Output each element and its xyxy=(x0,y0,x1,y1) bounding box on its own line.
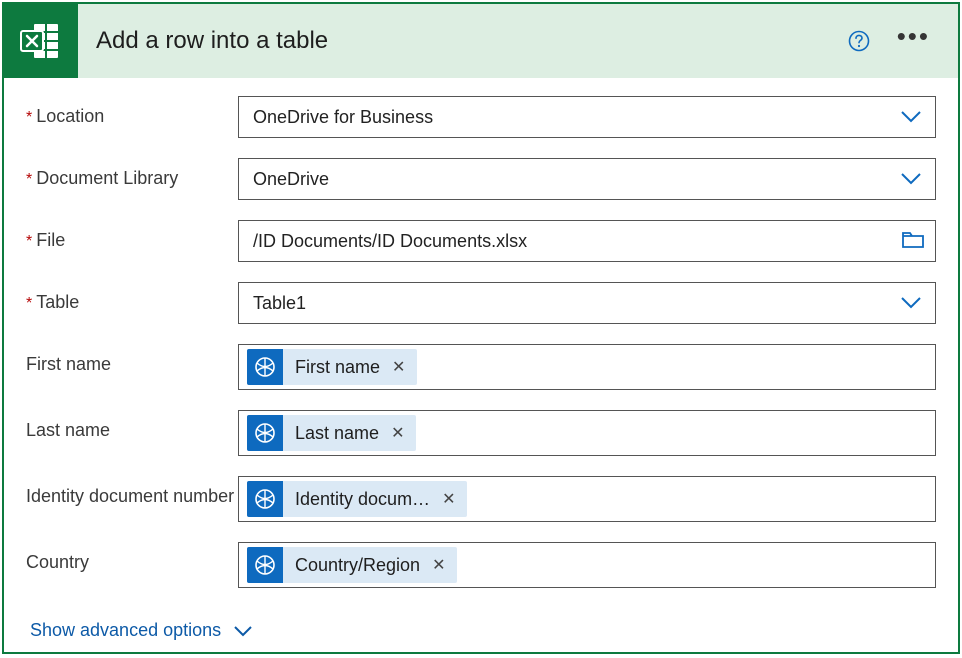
row-country: Country Country/Region ✕ xyxy=(26,542,936,588)
token-remove-icon[interactable]: ✕ xyxy=(389,423,416,443)
chevron-down-icon xyxy=(233,625,253,637)
label-country: Country xyxy=(26,542,238,573)
table-value: Table1 xyxy=(253,293,897,314)
help-icon[interactable] xyxy=(847,29,871,53)
token-remove-icon[interactable]: ✕ xyxy=(390,357,417,377)
row-file: *File /ID Documents/ID Documents.xlsx xyxy=(26,220,936,262)
advanced-label: Show advanced options xyxy=(30,620,221,641)
token-remove-icon[interactable]: ✕ xyxy=(430,555,457,575)
label-id-number: Identity document number xyxy=(26,476,238,507)
location-value: OneDrive for Business xyxy=(253,107,897,128)
header-actions: ••• xyxy=(847,29,958,53)
more-icon[interactable]: ••• xyxy=(897,31,930,51)
country-field[interactable]: Country/Region ✕ xyxy=(238,542,936,588)
ai-token-icon xyxy=(247,481,283,517)
row-id-number: Identity document number Identity docum…… xyxy=(26,476,936,522)
show-advanced-options[interactable]: Show advanced options xyxy=(26,598,936,641)
token-country[interactable]: Country/Region ✕ xyxy=(247,547,457,583)
doc-library-dropdown[interactable]: OneDrive xyxy=(238,158,936,200)
chevron-down-icon xyxy=(897,172,925,186)
ai-token-icon xyxy=(247,547,283,583)
row-table: *Table Table1 xyxy=(26,282,936,324)
token-first-name[interactable]: First name ✕ xyxy=(247,349,417,385)
label-file: *File xyxy=(26,220,238,251)
card-title: Add a row into a table xyxy=(78,27,847,55)
first-name-field[interactable]: First name ✕ xyxy=(238,344,936,390)
file-value: /ID Documents/ID Documents.xlsx xyxy=(253,231,901,252)
token-label: First name xyxy=(283,357,390,378)
token-last-name[interactable]: Last name ✕ xyxy=(247,415,416,451)
location-dropdown[interactable]: OneDrive for Business xyxy=(238,96,936,138)
label-table: *Table xyxy=(26,282,238,313)
chevron-down-icon xyxy=(897,296,925,310)
token-label: Identity docum… xyxy=(283,489,440,510)
ai-token-icon xyxy=(247,415,283,451)
row-first-name: First name First name ✕ xyxy=(26,344,936,390)
token-remove-icon[interactable]: ✕ xyxy=(440,489,467,509)
action-card: Add a row into a table ••• *Location One… xyxy=(2,2,960,654)
row-doc-library: *Document Library OneDrive xyxy=(26,158,936,200)
token-label: Last name xyxy=(283,423,389,444)
label-first-name: First name xyxy=(26,344,238,375)
label-doc-library: *Document Library xyxy=(26,158,238,189)
folder-icon[interactable] xyxy=(901,229,925,254)
excel-icon xyxy=(4,4,78,78)
file-picker[interactable]: /ID Documents/ID Documents.xlsx xyxy=(238,220,936,262)
token-label: Country/Region xyxy=(283,555,430,576)
last-name-field[interactable]: Last name ✕ xyxy=(238,410,936,456)
card-body: *Location OneDrive for Business *Documen… xyxy=(4,78,958,651)
id-number-field[interactable]: Identity docum… ✕ xyxy=(238,476,936,522)
card-header: Add a row into a table ••• xyxy=(4,4,958,78)
label-location: *Location xyxy=(26,96,238,127)
label-last-name: Last name xyxy=(26,410,238,441)
row-location: *Location OneDrive for Business xyxy=(26,96,936,138)
ai-token-icon xyxy=(247,349,283,385)
doc-library-value: OneDrive xyxy=(253,169,897,190)
token-id-number[interactable]: Identity docum… ✕ xyxy=(247,481,467,517)
row-last-name: Last name Last name ✕ xyxy=(26,410,936,456)
chevron-down-icon xyxy=(897,110,925,124)
table-dropdown[interactable]: Table1 xyxy=(238,282,936,324)
